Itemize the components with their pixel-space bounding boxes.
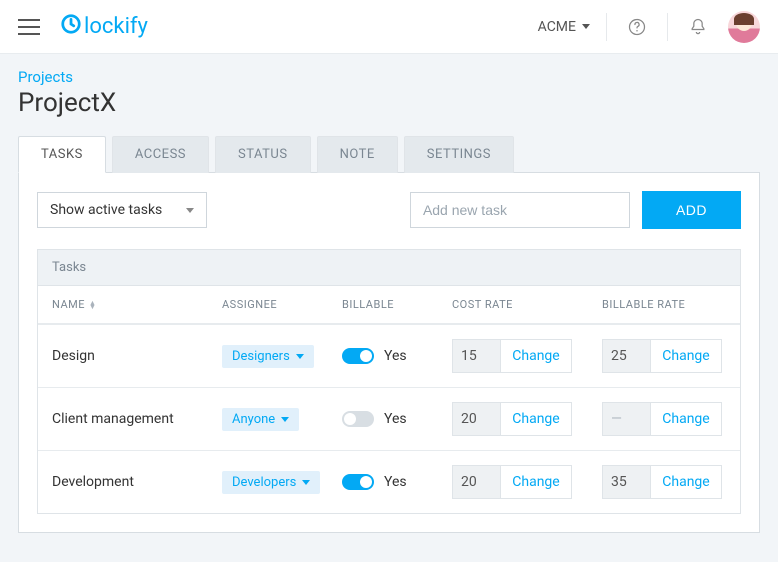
cost-rate-value: 20 [453, 403, 501, 435]
menu-icon[interactable] [18, 19, 40, 35]
cost-rate-value: 20 [453, 466, 501, 498]
billable-rate-value: — [603, 403, 651, 435]
sort-icon: ▲▼ [89, 301, 96, 309]
billable-rate-change[interactable]: Change [651, 474, 721, 490]
col-billable: BILLABLE [342, 298, 452, 311]
logo-text: lockify [84, 14, 148, 39]
cost-rate-change[interactable]: Change [501, 474, 571, 490]
billable-rate-change[interactable]: Change [651, 348, 721, 364]
cost-rate-cell: 20 Change [452, 402, 572, 436]
table-row: Development Developers Yes 20 Change 35 … [38, 450, 740, 513]
billable-label: Yes [384, 348, 407, 364]
chevron-down-icon [582, 24, 590, 29]
table-title: Tasks [38, 250, 740, 286]
tab-note[interactable]: NOTE [317, 136, 398, 173]
chevron-down-icon [281, 417, 289, 422]
workspace-name: ACME [538, 19, 576, 35]
logo[interactable]: lockify [60, 13, 148, 41]
chevron-down-icon [302, 480, 310, 485]
billable-rate-change[interactable]: Change [651, 411, 721, 427]
tab-settings[interactable]: SETTINGS [404, 136, 514, 173]
cost-rate-change[interactable]: Change [501, 348, 571, 364]
chevron-down-icon [186, 208, 194, 213]
billable-rate-cell: — Change [602, 402, 722, 436]
workspace-selector[interactable]: ACME [538, 19, 590, 35]
tasks-table: Tasks NAME ▲▼ ASSIGNEE BILLABLE COST RAT… [37, 249, 741, 514]
cost-rate-cell: 15 Change [452, 339, 572, 373]
toolbar: Show active tasks ADD [37, 191, 741, 229]
cost-rate-change[interactable]: Change [501, 411, 571, 427]
app-header: lockify ACME [0, 0, 778, 54]
filter-label: Show active tasks [50, 202, 162, 218]
help-icon[interactable] [623, 13, 651, 41]
filter-dropdown[interactable]: Show active tasks [37, 192, 207, 228]
cost-rate-cell: 20 Change [452, 465, 572, 499]
task-name[interactable]: Development [52, 474, 222, 490]
col-assignee: ASSIGNEE [222, 298, 342, 311]
breadcrumb[interactable]: Projects [18, 68, 760, 86]
billable-label: Yes [384, 474, 407, 490]
col-billable-rate: BILLABLE RATE [602, 298, 752, 311]
assignee-selector[interactable]: Anyone [222, 408, 299, 431]
tasks-panel: Show active tasks ADD Tasks NAME ▲▼ ASSI… [18, 172, 760, 533]
billable-toggle[interactable] [342, 348, 374, 364]
divider [667, 13, 668, 41]
billable-rate-value: 25 [603, 340, 651, 372]
logo-clock-icon [60, 13, 82, 41]
billable-rate-cell: 25 Change [602, 339, 722, 373]
billable-rate-cell: 35 Change [602, 465, 722, 499]
billable-toggle[interactable] [342, 474, 374, 490]
tab-tasks[interactable]: TASKS [18, 136, 106, 173]
chevron-down-icon [296, 354, 304, 359]
new-task-input[interactable] [410, 192, 630, 228]
task-name[interactable]: Design [52, 348, 222, 364]
bell-icon[interactable] [684, 13, 712, 41]
tab-status[interactable]: STATUS [215, 136, 311, 173]
table-header: NAME ▲▼ ASSIGNEE BILLABLE COST RATE BILL… [38, 286, 740, 324]
avatar[interactable] [728, 11, 760, 43]
col-cost: COST RATE [452, 298, 602, 311]
divider [606, 13, 607, 41]
page-title: ProjectX [18, 88, 760, 118]
assignee-selector[interactable]: Designers [222, 345, 314, 368]
billable-rate-value: 35 [603, 466, 651, 498]
cost-rate-value: 15 [453, 340, 501, 372]
billable-label: Yes [384, 411, 407, 427]
tab-access[interactable]: ACCESS [112, 136, 209, 173]
add-button[interactable]: ADD [642, 191, 741, 229]
table-row: Client management Anyone Yes 20 Change —… [38, 387, 740, 450]
col-name[interactable]: NAME ▲▼ [52, 298, 222, 311]
tabs: TASKS ACCESS STATUS NOTE SETTINGS [18, 136, 760, 173]
billable-toggle[interactable] [342, 411, 374, 427]
table-row: Design Designers Yes 15 Change 25 Change [38, 324, 740, 387]
assignee-selector[interactable]: Developers [222, 471, 320, 494]
task-name[interactable]: Client management [52, 411, 222, 427]
